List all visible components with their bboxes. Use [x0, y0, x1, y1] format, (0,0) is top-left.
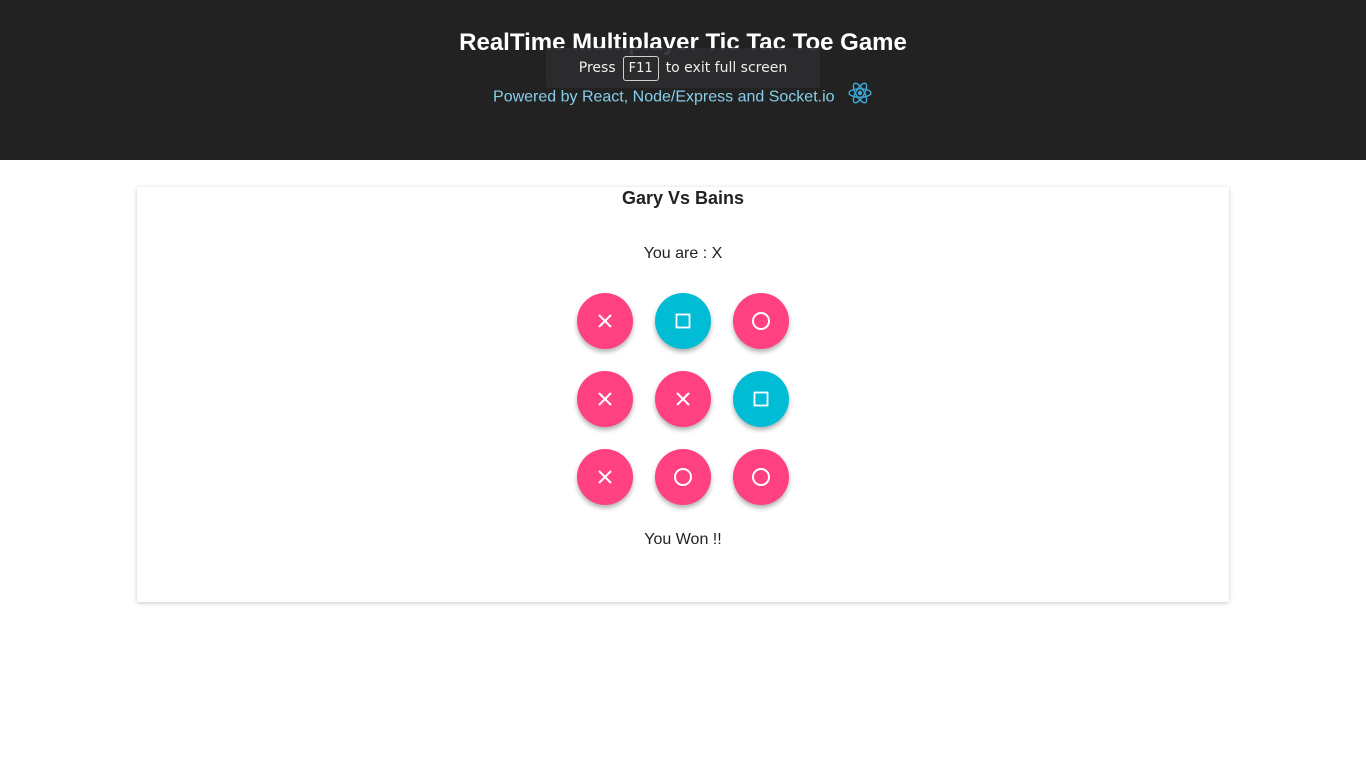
square-icon [673, 311, 693, 331]
board-cell-0-2[interactable] [733, 293, 789, 349]
board-cell-2-2[interactable] [733, 449, 789, 505]
react-atom-icon [847, 80, 873, 111]
fullscreen-notice-suffix: to exit full screen [665, 60, 788, 76]
fullscreen-notice-prefix: Press [578, 60, 616, 76]
circle-icon [751, 467, 771, 487]
game-card: Gary Vs Bains You are : X You Won !! [137, 187, 1229, 602]
matchup-title: Gary Vs Bains [621, 188, 745, 208]
game-board [577, 293, 789, 505]
board-cell-2-1[interactable] [655, 449, 711, 505]
board-cell-1-2[interactable] [733, 371, 789, 427]
board-cell-0-1[interactable] [655, 293, 711, 349]
x-icon [595, 389, 615, 409]
square-icon [751, 389, 771, 409]
board-cell-1-1[interactable] [655, 371, 711, 427]
powered-by-text: Powered by React, Node/Express and Socke… [493, 88, 835, 106]
circle-icon [751, 311, 771, 331]
x-icon [673, 389, 693, 409]
x-icon [595, 311, 615, 331]
game-status: You Won !! [644, 531, 722, 548]
f11-key: F11 [622, 55, 659, 81]
fullscreen-notice: Press F11 to exit full screen [546, 48, 820, 88]
board-cell-0-0[interactable] [577, 293, 633, 349]
circle-icon [673, 467, 693, 487]
board-cell-2-0[interactable] [577, 449, 633, 505]
board-cell-1-0[interactable] [577, 371, 633, 427]
x-icon [595, 467, 615, 487]
player-symbol-label: You are : X [643, 245, 723, 262]
